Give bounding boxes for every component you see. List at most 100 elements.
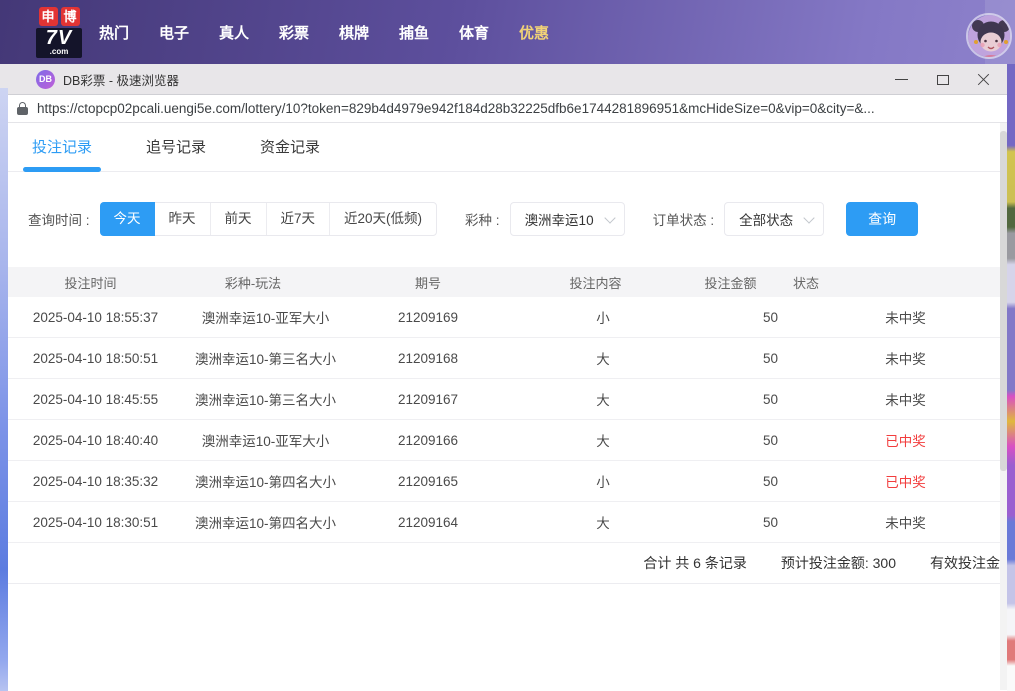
table-row: 2025-04-10 18:45:55 澳洲幸运10-第三名大小 2120916…: [8, 379, 1000, 420]
nav-item[interactable]: 电子: [158, 22, 190, 43]
cell-game-play: 澳洲幸运10-第四名大小: [183, 512, 348, 532]
order-status-value: 全部状态: [739, 209, 793, 229]
url-text[interactable]: https://ctopcp02pcali.uengi5e.com/lotter…: [37, 101, 875, 116]
nav-item[interactable]: 体育: [458, 22, 490, 43]
logo-brand: 7V: [38, 29, 80, 48]
cell-bet-amount: 50: [698, 392, 843, 407]
maximize-icon[interactable]: [935, 72, 950, 87]
search-button[interactable]: 查询: [846, 202, 918, 236]
table-header: 投注时间 彩种-玩法 期号 投注内容 投注金额 状态: [8, 267, 1000, 297]
cell-bet-time: 2025-04-10 18:40:40: [8, 433, 183, 448]
logo-char-1: 申: [39, 7, 58, 26]
table-row: 2025-04-10 18:40:40 澳洲幸运10-亚军大小 21209166…: [8, 420, 1000, 461]
lottery-select-value: 澳洲幸运10: [525, 209, 594, 229]
cell-bet-content: 大: [508, 348, 698, 368]
logo-badges: 申 博: [36, 7, 82, 26]
cell-issue-no: 21209166: [348, 433, 508, 448]
time-range-option[interactable]: 前天: [210, 203, 266, 235]
cell-bet-time: 2025-04-10 18:35:32: [8, 474, 183, 489]
nav-item[interactable]: 真人: [218, 22, 250, 43]
window-favicon: DB: [36, 70, 55, 89]
cell-status: 已中奖: [843, 471, 968, 491]
cell-status: 已中奖: [843, 430, 968, 450]
cell-bet-amount: 50: [698, 515, 843, 530]
cell-bet-content: 大: [508, 512, 698, 532]
cell-game-play: 澳洲幸运10-第三名大小: [183, 389, 348, 409]
cell-status: 未中奖: [843, 307, 968, 327]
table-body: 2025-04-10 18:55:37 澳洲幸运10-亚军大小 21209169…: [8, 297, 1000, 543]
cell-game-play: 澳洲幸运10-第三名大小: [183, 348, 348, 368]
time-range-option[interactable]: 近7天: [266, 203, 330, 235]
filter-bar: 查询时间 : 今天 昨天 前天 近7天 近20天(低频) 彩种 :: [8, 202, 1000, 236]
table-row: 2025-04-10 18:50:51 澳洲幸运10-第三名大小 2120916…: [8, 338, 1000, 379]
cell-bet-content: 大: [508, 430, 698, 450]
nav-item[interactable]: 捕鱼: [398, 22, 430, 43]
cell-bet-time: 2025-04-10 18:50:51: [8, 351, 183, 366]
browser-titlebar[interactable]: DB DB彩票 - 极速浏览器: [0, 64, 1007, 94]
table-row: 2025-04-10 18:55:37 澳洲幸运10-亚军大小 21209169…: [8, 297, 1000, 338]
time-filter-label: 查询时间 :: [28, 209, 90, 229]
nav-item[interactable]: 热门: [98, 22, 130, 43]
record-tab[interactable]: 追号记录: [144, 123, 208, 172]
scrollbar-thumb[interactable]: [1000, 131, 1007, 471]
browser-window: DB DB彩票 - 极速浏览器 https://ctopcp02pcali.ue…: [0, 64, 1007, 691]
cell-issue-no: 21209164: [348, 515, 508, 530]
lottery-filter-label: 彩种 :: [465, 209, 500, 229]
records-panel: 投注记录 追号记录 资金记录 查询时间 : 今天 昨天 前天: [8, 123, 1000, 584]
table-header-cell: 投注内容: [523, 273, 668, 292]
logo-brand-block: 7V .com: [36, 28, 82, 58]
table-row: 2025-04-10 18:30:51 澳洲幸运10-第四名大小 2120916…: [8, 502, 1000, 543]
cell-game-play: 澳洲幸运10-第四名大小: [183, 471, 348, 491]
cell-bet-content: 小: [508, 471, 698, 491]
cell-issue-no: 21209165: [348, 474, 508, 489]
time-range-option[interactable]: 昨天: [155, 203, 210, 235]
table-summary: 合计 共 6 条记录 预计投注金额: 300 有效投注金: [8, 543, 1000, 584]
cell-bet-amount: 50: [698, 474, 843, 489]
cell-issue-no: 21209167: [348, 392, 508, 407]
time-range-group: 今天 昨天 前天 近7天 近20天(低频): [100, 202, 438, 236]
cell-bet-content: 小: [508, 307, 698, 327]
logo-char-2: 博: [61, 7, 80, 26]
table-header-cell: 投注金额: [668, 273, 793, 292]
cell-issue-no: 21209168: [348, 351, 508, 366]
nav-item[interactable]: 彩票: [278, 22, 310, 43]
chevron-down-icon: [604, 212, 615, 223]
cell-bet-content: 大: [508, 389, 698, 409]
chevron-down-icon: [803, 212, 814, 223]
logo-domain: .com: [38, 48, 80, 56]
time-range-option[interactable]: 今天: [100, 202, 155, 236]
lottery-select[interactable]: 澳洲幸运10: [510, 202, 625, 236]
cell-bet-time: 2025-04-10 18:30:51: [8, 515, 183, 530]
cell-bet-amount: 50: [698, 433, 843, 448]
window-controls: [894, 64, 991, 94]
page-edge-left: [0, 88, 8, 691]
cell-game-play: 澳洲幸运10-亚军大小: [183, 307, 348, 327]
minimize-icon[interactable]: [894, 72, 909, 87]
order-status-select[interactable]: 全部状态: [724, 202, 824, 236]
record-tab[interactable]: 资金记录: [258, 123, 322, 172]
table-header-cell: 彩种-玩法: [173, 273, 333, 292]
cell-status: 未中奖: [843, 348, 968, 368]
record-tabs: 投注记录 追号记录 资金记录: [8, 123, 1000, 172]
top-navbar: 申 博 7V .com 热门 电子 真人 彩票 棋牌 捕鱼 体育 优惠: [0, 0, 1015, 64]
summary-valid-amount: 有效投注金: [930, 553, 1000, 573]
scrollbar[interactable]: [1000, 123, 1007, 690]
window-title: DB彩票 - 极速浏览器: [63, 70, 179, 89]
status-filter-label: 订单状态 :: [653, 209, 715, 229]
nav-item[interactable]: 棋牌: [338, 22, 370, 43]
table-header-cell: 期号: [333, 273, 523, 292]
nav-item[interactable]: 优惠: [518, 22, 550, 43]
site-logo[interactable]: 申 博 7V .com: [36, 7, 82, 58]
browser-urlbar[interactable]: https://ctopcp02pcali.uengi5e.com/lotter…: [0, 94, 1007, 123]
record-tab[interactable]: 投注记录: [30, 123, 94, 172]
time-range-option[interactable]: 近20天(低频): [329, 203, 436, 235]
cell-issue-no: 21209169: [348, 310, 508, 325]
cell-bet-amount: 50: [698, 310, 843, 325]
user-avatar[interactable]: [966, 13, 1012, 59]
table-row: 2025-04-10 18:35:32 澳洲幸运10-第四名大小 2120916…: [8, 461, 1000, 502]
lock-icon: [17, 102, 28, 116]
main-nav: 热门 电子 真人 彩票 棋牌 捕鱼 体育 优惠: [98, 0, 550, 64]
page-viewport: 投注记录 追号记录 资金记录 查询时间 : 今天 昨天 前天: [0, 123, 1007, 690]
table-header-cell: 投注时间: [8, 273, 173, 292]
close-icon[interactable]: [976, 72, 991, 87]
